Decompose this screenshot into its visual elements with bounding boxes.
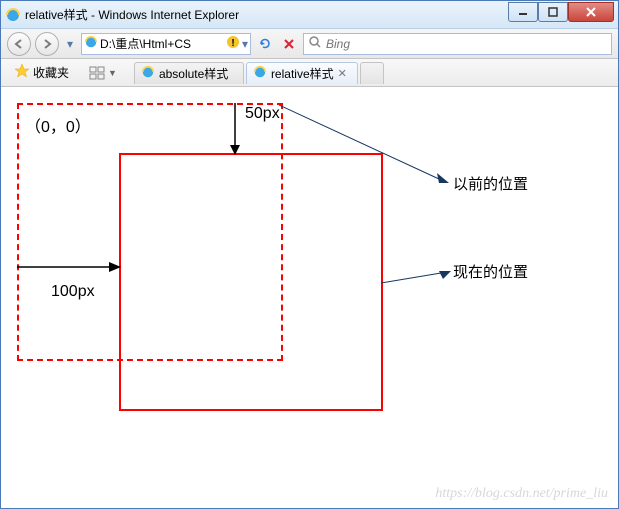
- search-input[interactable]: [326, 37, 607, 51]
- quicktabs-button[interactable]: ▼: [82, 63, 124, 83]
- close-button[interactable]: [568, 2, 614, 22]
- svg-text:!: !: [231, 38, 234, 49]
- search-icon: [308, 35, 322, 52]
- history-dropdown-icon[interactable]: ▾: [63, 32, 77, 56]
- annotation-old-label: 以前的位置: [453, 173, 528, 194]
- stop-button[interactable]: [279, 34, 299, 54]
- page-content: （0，0） 50px 100px 以前的位置 现在的位置 https://blo…: [1, 87, 618, 508]
- top-offset-arrow: [227, 103, 243, 155]
- address-bar[interactable]: ! ▾: [81, 33, 251, 55]
- maximize-button[interactable]: [538, 2, 568, 22]
- left-offset-label: 100px: [51, 283, 95, 301]
- left-offset-arrow: [17, 259, 121, 275]
- ie-icon: [5, 7, 21, 23]
- top-offset-label: 50px: [245, 105, 280, 123]
- tab-close-icon[interactable]: ✕: [338, 67, 347, 80]
- star-icon: [14, 63, 30, 82]
- ie-page-icon: [141, 65, 155, 82]
- favorites-label: 收藏夹: [33, 64, 69, 81]
- tab-strip: absolute样式 relative样式 ✕: [134, 62, 386, 84]
- chevron-down-icon: ▼: [108, 68, 117, 78]
- search-bar[interactable]: [303, 33, 612, 55]
- annotation-old-arrow: [279, 105, 449, 185]
- tab-relative[interactable]: relative样式 ✕: [246, 62, 358, 84]
- watermark: https://blog.csdn.net/prime_liu: [435, 486, 608, 502]
- quicktabs-icon: [89, 66, 105, 80]
- ie-page-icon: [253, 65, 267, 82]
- current-position-box: [119, 153, 383, 411]
- origin-label: （0，0）: [25, 113, 91, 137]
- tab-label: absolute样式: [159, 65, 228, 82]
- favorites-button[interactable]: 收藏夹: [7, 60, 76, 85]
- navigation-bar: ▾ ! ▾: [1, 29, 618, 59]
- tab-absolute[interactable]: absolute样式: [134, 62, 244, 84]
- security-warning-icon: !: [226, 35, 240, 52]
- back-button[interactable]: [7, 32, 31, 56]
- titlebar: relative样式 - Windows Internet Explorer: [1, 1, 618, 29]
- forward-button[interactable]: [35, 32, 59, 56]
- tab-label: relative样式: [271, 65, 334, 82]
- browser-window: relative样式 - Windows Internet Explorer ▾…: [0, 0, 619, 509]
- minimize-button[interactable]: [508, 2, 538, 22]
- favorites-bar: 收藏夹 ▼ absolute样式 relative样式 ✕: [1, 59, 618, 87]
- address-dropdown-icon[interactable]: ▾: [242, 37, 248, 51]
- refresh-button[interactable]: [255, 34, 275, 54]
- annotation-new-label: 现在的位置: [453, 261, 528, 282]
- window-title: relative样式 - Windows Internet Explorer: [25, 6, 508, 23]
- ie-page-icon: [84, 35, 98, 52]
- address-input[interactable]: [100, 37, 224, 51]
- annotation-new-arrow: [381, 271, 451, 285]
- window-buttons: [508, 2, 614, 22]
- new-tab-button[interactable]: [360, 62, 384, 84]
